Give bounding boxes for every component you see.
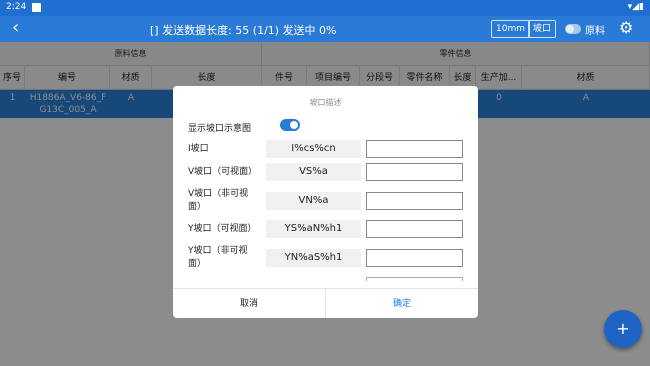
bevel-chip[interactable]: 坡口 [528,20,557,38]
bevel-code-y-hidden: YN%aS%h1 [266,249,361,267]
unit-chip[interactable]: 10mm [491,20,530,38]
bevel-dialog: 坡口描述 显示坡口示意图 I坡口 I%cs%cn V坡口（可视面） VS%a V… [173,86,478,318]
bevel-code-i: I%cs%cn [266,140,361,158]
add-button[interactable]: + [604,310,642,348]
status-time: 2:24 [6,2,27,12]
dialog-title: 坡口描述 [309,98,342,107]
raw-label: 原料 [585,26,605,37]
notification-icon [32,3,41,12]
bevel-input-v-hidden[interactable] [366,192,463,210]
dialog-button-bar: 取消 确定 [173,288,478,318]
gear-icon[interactable]: ⚙ [619,18,633,37]
app-bar: ‹ [] 发送数据长度: 55 (1/1) 发送中 0% 10mm 坡口 原料 … [0,16,650,42]
ok-button[interactable]: 确定 [325,289,478,318]
scroll-partial-field [366,277,463,281]
bevel-input-i[interactable] [366,140,463,158]
show-diagram-label: 显示坡口示意图 [188,124,252,134]
bevel-label-y-hidden: Y坡口（非可视面） [188,246,248,269]
bevel-label-v-hidden: V坡口（非可视面） [188,189,249,212]
bevel-label-i: I坡口 [188,144,209,154]
bevel-input-y-hidden[interactable] [366,249,463,267]
page-title: [] 发送数据长度: 55 (1/1) 发送中 0% [150,24,337,37]
bevel-input-v-visible[interactable] [366,163,463,181]
raw-toggle[interactable] [565,24,581,34]
bevel-code-v-hidden: VN%a [266,192,361,210]
back-icon[interactable]: ‹ [12,18,19,38]
show-diagram-switch[interactable] [280,119,300,131]
bevel-label-y-visible: Y坡口（可视面） [188,224,257,234]
status-bar: 2:24 ▾◢▮ [0,0,650,16]
system-icons: ▾◢▮ [627,2,644,12]
bevel-label-v-visible: V坡口（可视面） [188,167,258,177]
cancel-button[interactable]: 取消 [173,289,325,318]
bevel-code-y-visible: YS%aN%h1 [266,220,361,238]
bevel-code-v-visible: VS%a [266,163,361,181]
bevel-input-y-visible[interactable] [366,220,463,238]
